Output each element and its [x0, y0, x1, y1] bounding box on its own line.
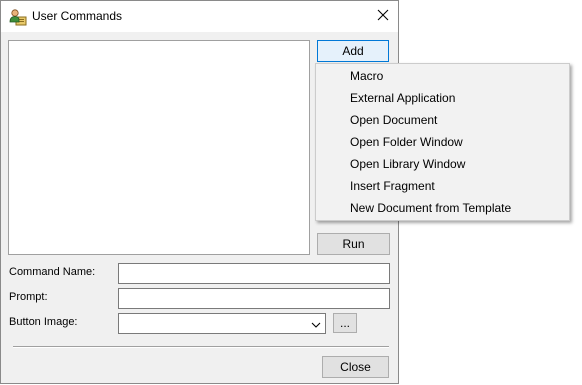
- menu-item-open-library-window[interactable]: Open Library Window: [350, 157, 465, 171]
- divider: [13, 346, 389, 348]
- menu-item-insert-fragment[interactable]: Insert Fragment: [350, 179, 435, 193]
- close-icon: [377, 9, 389, 24]
- command-name-label: Command Name:: [9, 266, 96, 278]
- title-bar: User Commands: [1, 1, 398, 32]
- button-image-label: Button Image:: [9, 316, 78, 328]
- add-dropdown-menu: Macro External Application Open Document…: [315, 63, 570, 221]
- user-commands-icon: [9, 8, 27, 26]
- menu-item-open-folder-window[interactable]: Open Folder Window: [350, 135, 463, 149]
- menu-item-open-document[interactable]: Open Document: [350, 113, 437, 127]
- close-button[interactable]: Close: [322, 356, 389, 378]
- close-window-button[interactable]: [367, 1, 398, 32]
- dialog-title: User Commands: [32, 9, 123, 23]
- prompt-field[interactable]: [118, 288, 390, 309]
- add-button[interactable]: Add: [317, 40, 389, 62]
- button-image-select[interactable]: [118, 313, 326, 334]
- menu-item-new-document-from-template[interactable]: New Document from Template: [350, 201, 511, 215]
- command-list[interactable]: [8, 40, 310, 255]
- chevron-down-icon[interactable]: [310, 319, 322, 329]
- command-name-field[interactable]: [118, 263, 390, 284]
- run-button[interactable]: Run: [317, 233, 390, 255]
- menu-item-external-application[interactable]: External Application: [350, 91, 455, 105]
- menu-item-macro[interactable]: Macro: [350, 69, 383, 83]
- prompt-label: Prompt:: [9, 291, 48, 303]
- browse-image-button[interactable]: ...: [333, 313, 357, 333]
